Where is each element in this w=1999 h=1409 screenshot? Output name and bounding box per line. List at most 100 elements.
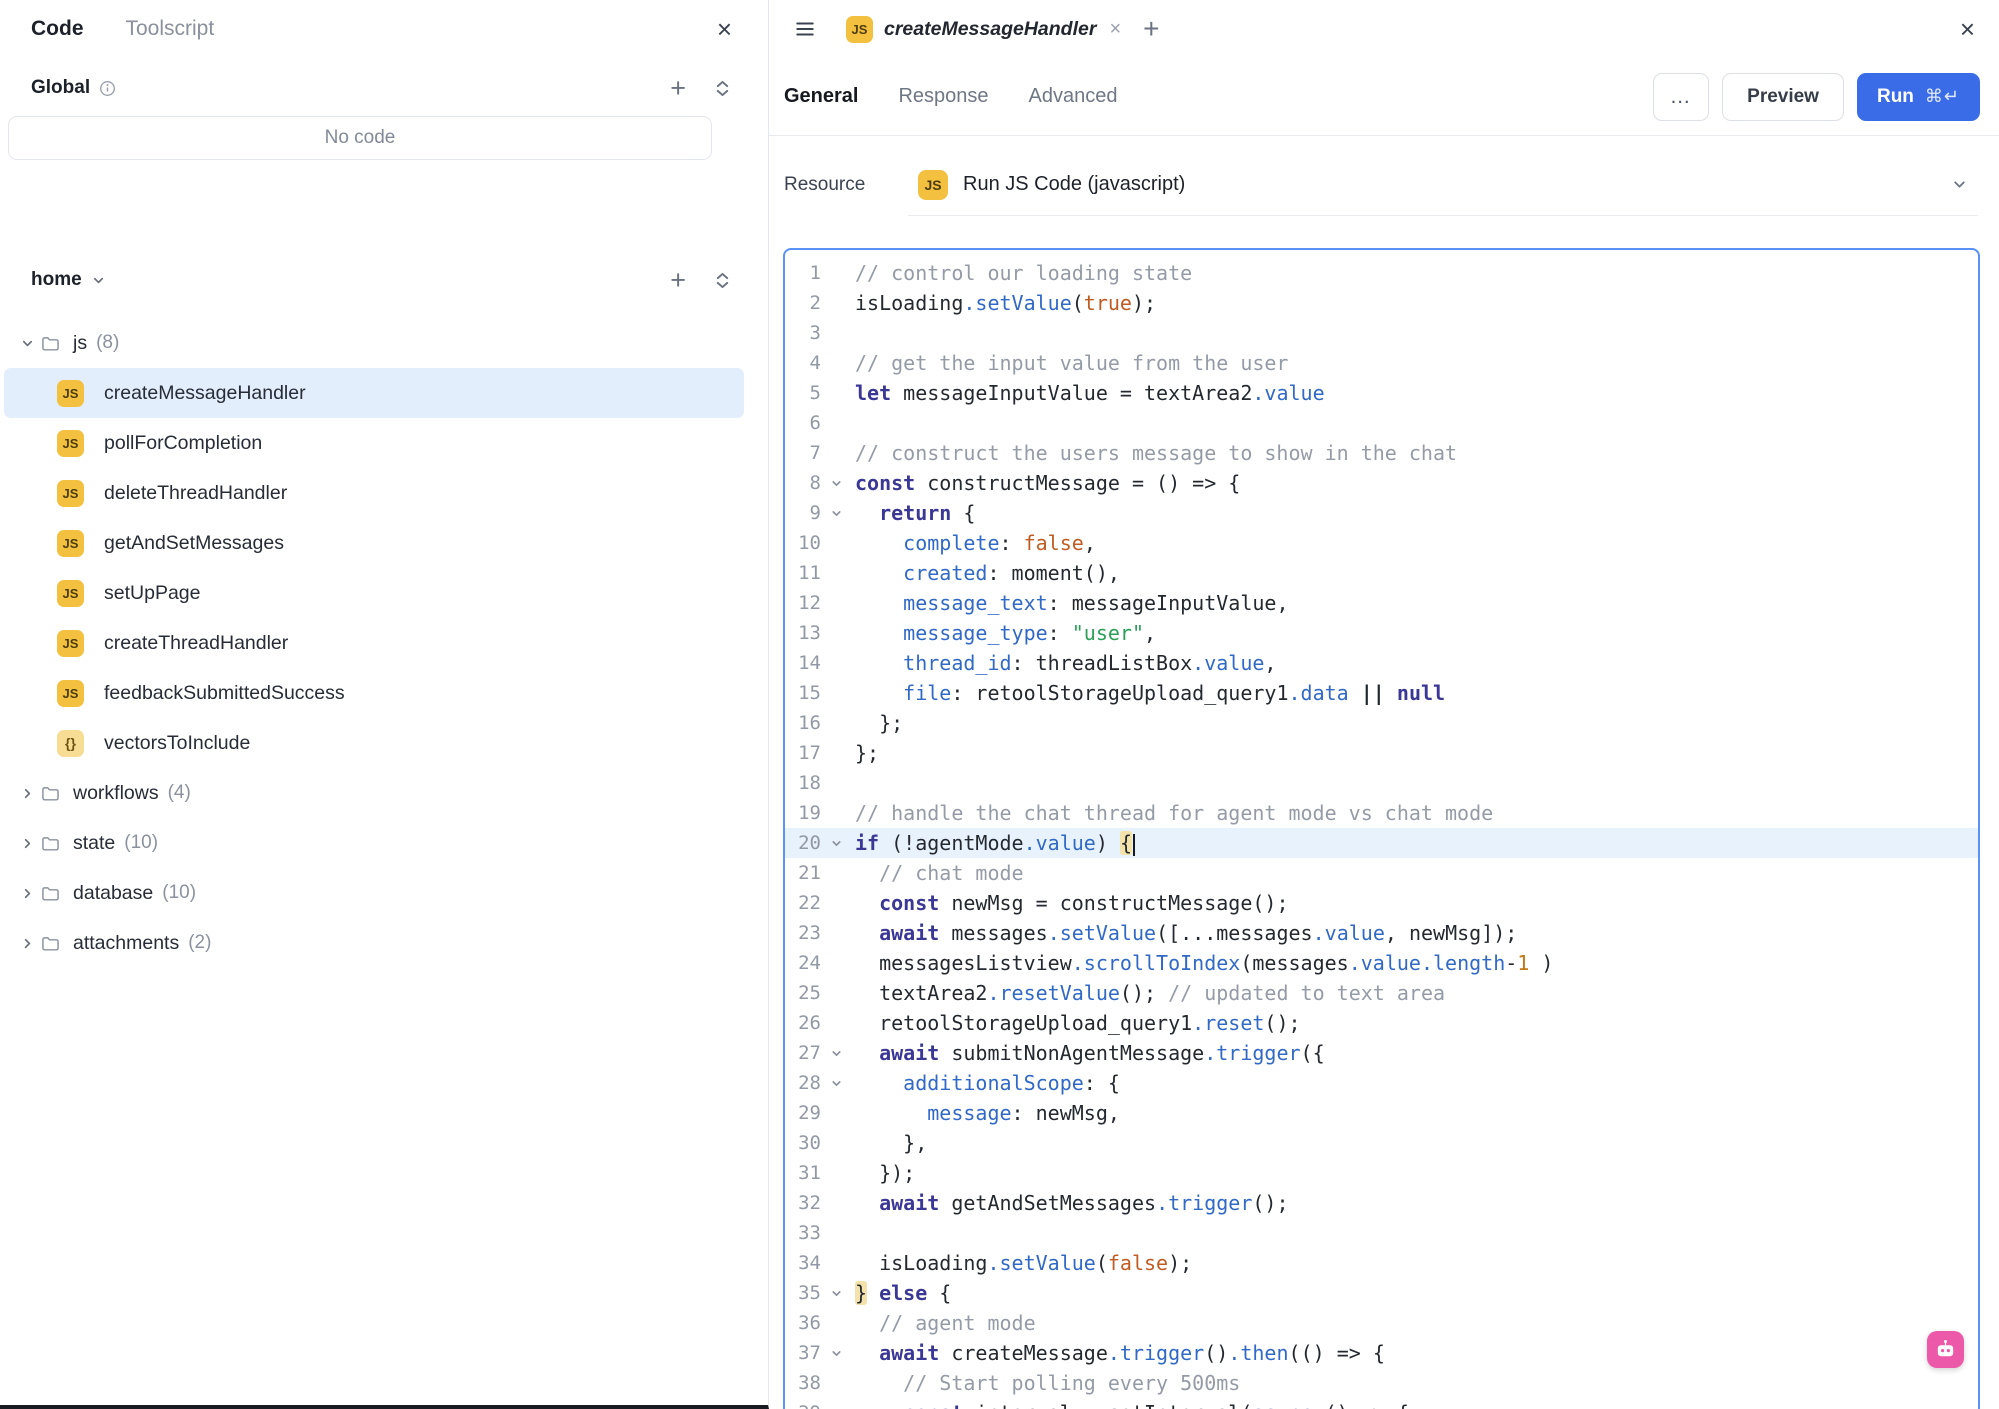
code-line-21[interactable]: 21 // chat mode [785, 858, 1978, 888]
info-icon[interactable] [99, 80, 116, 97]
code-line-39[interactable]: 39 const interval = setInterval(async ()… [785, 1398, 1978, 1409]
code-line-5[interactable]: 5let messageInputValue = textArea2.value [785, 378, 1978, 408]
chevron-down-icon[interactable] [14, 336, 40, 351]
folder-workflows[interactable]: workflows(4) [4, 768, 744, 818]
code-line-17[interactable]: 17}; [785, 738, 1978, 768]
code-line-29[interactable]: 29 message: newMsg, [785, 1098, 1978, 1128]
tab-advanced[interactable]: Advanced [1029, 85, 1118, 108]
file-pollForCompletion[interactable]: JSpollForCompletion [4, 418, 744, 468]
js-icon: JS [918, 170, 948, 200]
menu-icon[interactable] [794, 18, 816, 40]
code-line-10[interactable]: 10 complete: false, [785, 528, 1978, 558]
code-line-37[interactable]: 37 await createMessage.trigger().then(()… [785, 1338, 1978, 1368]
chevron-right-icon[interactable] [14, 886, 40, 901]
file-setUpPage[interactable]: JSsetUpPage [4, 568, 744, 618]
fold-icon[interactable] [821, 1068, 851, 1098]
code-line-15[interactable]: 15 file: retoolStorageUpload_query1.data… [785, 678, 1978, 708]
close-sidebar-icon[interactable]: × [717, 16, 732, 42]
unfold-icon[interactable] [713, 271, 732, 290]
close-editor-icon[interactable]: × [1960, 16, 1975, 42]
fold-icon[interactable] [821, 1338, 851, 1368]
js-icon: JS [57, 680, 84, 707]
run-button[interactable]: Run ⌘↵ [1857, 73, 1980, 121]
chevron-right-icon[interactable] [14, 836, 40, 851]
file-deleteThreadHandler[interactable]: JSdeleteThreadHandler [4, 468, 744, 518]
code-text [851, 1218, 855, 1248]
code-line-28[interactable]: 28 additionalScope: { [785, 1068, 1978, 1098]
file-getAndSetMessages[interactable]: JSgetAndSetMessages [4, 518, 744, 568]
code-line-32[interactable]: 32 await getAndSetMessages.trigger(); [785, 1188, 1978, 1218]
folder-js[interactable]: js(8) [4, 318, 744, 368]
folder-state[interactable]: state(10) [4, 818, 744, 868]
chevron-right-icon[interactable] [14, 936, 40, 951]
file-createThreadHandler[interactable]: JScreateThreadHandler [4, 618, 744, 668]
code-line-26[interactable]: 26 retoolStorageUpload_query1.reset(); [785, 1008, 1978, 1038]
editor-tab-createMessageHandler[interactable]: JS createMessageHandler × [846, 16, 1121, 43]
code-editor[interactable]: 1// control our loading state2isLoading.… [783, 248, 1980, 1409]
new-tab-button[interactable]: + [1143, 15, 1159, 43]
folder-attachments[interactable]: attachments(2) [4, 918, 744, 968]
fold-icon[interactable] [821, 1278, 851, 1308]
code-line-18[interactable]: 18 [785, 768, 1978, 798]
resource-select[interactable]: JS Run JS Code (javascript) [908, 154, 1978, 216]
code-line-34[interactable]: 34 isLoading.setValue(false); [785, 1248, 1978, 1278]
file-feedbackSubmittedSuccess[interactable]: JSfeedbackSubmittedSuccess [4, 668, 744, 718]
fold-icon[interactable] [821, 468, 851, 498]
gutter-spacer [821, 528, 851, 558]
code-line-1[interactable]: 1// control our loading state [785, 258, 1978, 288]
code-line-33[interactable]: 33 [785, 1218, 1978, 1248]
code-line-6[interactable]: 6 [785, 408, 1978, 438]
folder-count: (10) [162, 882, 196, 904]
code-line-24[interactable]: 24 messagesListview.scrollToIndex(messag… [785, 948, 1978, 978]
code-line-20[interactable]: 20if (!agentMode.value) { [785, 828, 1978, 858]
code-line-2[interactable]: 2isLoading.setValue(true); [785, 288, 1978, 318]
scope-selector[interactable]: home [31, 269, 106, 291]
add-query-button[interactable]: + [670, 267, 686, 294]
code-line-23[interactable]: 23 await messages.setValue([...messages.… [785, 918, 1978, 948]
code-text: additionalScope: { [851, 1068, 1120, 1098]
preview-button[interactable]: Preview [1722, 73, 1844, 121]
code-line-27[interactable]: 27 await submitNonAgentMessage.trigger({ [785, 1038, 1978, 1068]
chevron-right-icon[interactable] [14, 786, 40, 801]
code-line-12[interactable]: 12 message_text: messageInputValue, [785, 588, 1978, 618]
folder-database[interactable]: database(10) [4, 868, 744, 918]
tab-toolscript[interactable]: Toolscript [126, 17, 215, 41]
code-text: created: moment(), [851, 558, 1120, 588]
code-line-25[interactable]: 25 textArea2.resetValue(); // updated to… [785, 978, 1978, 1008]
file-vectorsToInclude[interactable]: {}vectorsToInclude [4, 718, 744, 768]
close-tab-icon[interactable]: × [1109, 19, 1121, 39]
tab-general[interactable]: General [784, 85, 858, 108]
code-line-35[interactable]: 35} else { [785, 1278, 1978, 1308]
resource-row: Resource JS Run JS Code (javascript) [784, 154, 1978, 216]
code-line-13[interactable]: 13 message_type: "user", [785, 618, 1978, 648]
fold-icon[interactable] [821, 828, 851, 858]
code-line-22[interactable]: 22 const newMsg = constructMessage(); [785, 888, 1978, 918]
code-line-7[interactable]: 7// construct the users message to show … [785, 438, 1978, 468]
more-options-button[interactable]: … [1653, 73, 1709, 121]
fold-icon[interactable] [821, 1398, 851, 1409]
fold-icon[interactable] [821, 498, 851, 528]
line-number: 31 [785, 1158, 821, 1188]
code-line-31[interactable]: 31 }); [785, 1158, 1978, 1188]
tab-response[interactable]: Response [898, 85, 988, 108]
code-line-38[interactable]: 38 // Start polling every 500ms [785, 1368, 1978, 1398]
code-line-19[interactable]: 19// handle the chat thread for agent mo… [785, 798, 1978, 828]
code-line-3[interactable]: 3 [785, 318, 1978, 348]
tab-code[interactable]: Code [31, 17, 84, 41]
code-line-30[interactable]: 30 }, [785, 1128, 1978, 1158]
code-line-16[interactable]: 16 }; [785, 708, 1978, 738]
fold-icon[interactable] [821, 1038, 851, 1068]
code-text: }); [851, 1158, 915, 1188]
code-line-9[interactable]: 9 return { [785, 498, 1978, 528]
code-line-11[interactable]: 11 created: moment(), [785, 558, 1978, 588]
code-line-4[interactable]: 4// get the input value from the user [785, 348, 1978, 378]
ai-assistant-button[interactable] [1927, 1331, 1964, 1368]
add-global-code-button[interactable]: + [670, 75, 686, 102]
file-createMessageHandler[interactable]: JScreateMessageHandler [4, 368, 744, 418]
code-line-8[interactable]: 8const constructMessage = () => { [785, 468, 1978, 498]
unfold-icon[interactable] [713, 79, 732, 98]
code-line-14[interactable]: 14 thread_id: threadListBox.value, [785, 648, 1978, 678]
chevron-down-icon [91, 273, 106, 288]
run-shortcut: ⌘↵ [1925, 86, 1960, 107]
code-line-36[interactable]: 36 // agent mode [785, 1308, 1978, 1338]
